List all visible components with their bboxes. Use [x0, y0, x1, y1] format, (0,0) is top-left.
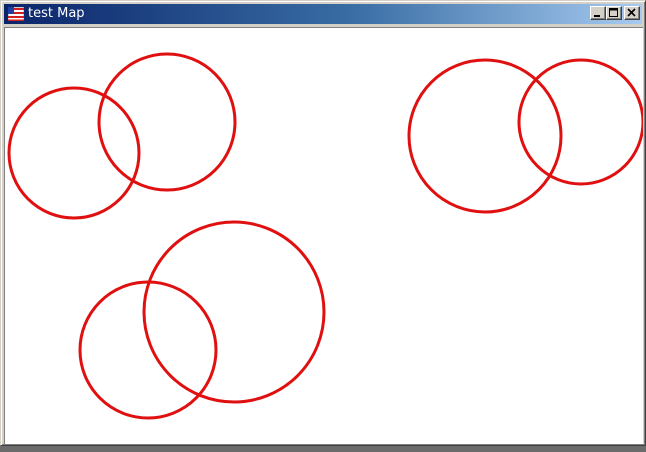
- app-window: test Map: [0, 0, 646, 446]
- map-circle-5[interactable]: [142, 220, 326, 404]
- window-controls: [590, 6, 640, 20]
- minimize-button[interactable]: [590, 6, 606, 20]
- close-icon: [627, 8, 636, 17]
- close-button[interactable]: [624, 6, 640, 20]
- maximize-icon: [609, 8, 618, 17]
- map-circle-6[interactable]: [78, 280, 218, 420]
- map-circle-4[interactable]: [517, 58, 643, 186]
- window-title: test Map: [28, 6, 85, 21]
- map-drawing[interactable]: [5, 28, 643, 444]
- title-bar[interactable]: test Map: [4, 4, 642, 24]
- map-canvas[interactable]: [4, 27, 643, 444]
- minimize-icon: [594, 15, 600, 17]
- desktop-edge: [0, 446, 646, 452]
- app-flag-icon[interactable]: [8, 7, 24, 21]
- map-circle-3[interactable]: [407, 58, 563, 214]
- maximize-button[interactable]: [606, 6, 622, 20]
- map-circle-2[interactable]: [97, 52, 237, 192]
- map-circle-1[interactable]: [7, 86, 141, 220]
